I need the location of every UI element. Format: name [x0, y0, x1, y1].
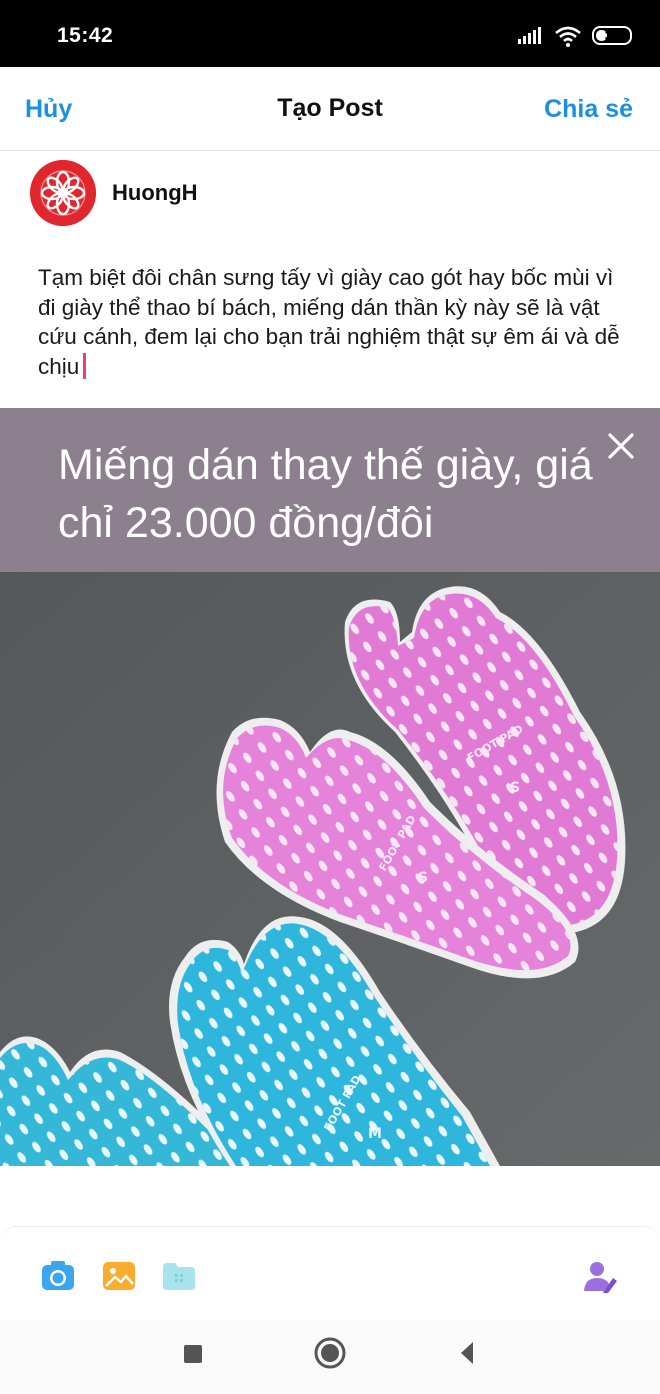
pad-size-label: S	[418, 870, 428, 886]
battery-percent: 33	[604, 28, 620, 43]
image-gallery-icon[interactable]	[101, 1258, 137, 1294]
wifi-icon	[555, 26, 581, 47]
recent-apps-icon[interactable]	[182, 1343, 204, 1365]
avatar	[30, 160, 96, 226]
attached-photo[interactable]: FOOT PAD S FOOT PAD S FOOT PAD M	[0, 572, 660, 1166]
folder-icon[interactable]	[161, 1258, 197, 1294]
post-toolbar	[0, 1226, 660, 1320]
battery-icon: 33	[592, 26, 632, 45]
status-time: 15:42	[57, 24, 114, 47]
username: HuongH	[112, 180, 198, 205]
flower-logo-icon	[30, 160, 96, 226]
camera-icon[interactable]	[40, 1258, 76, 1294]
pad-size-label: M	[368, 1126, 382, 1142]
post-text-input[interactable]: Tạm biệt đôi chân sưng tấy vì giày cao g…	[38, 263, 628, 381]
post-header: Hủy Tạo Post Chia sẻ	[0, 67, 660, 151]
tag-user-icon[interactable]	[582, 1258, 618, 1294]
banner-headline: Miếng dán thay thế giày, giá chỉ 23.000 …	[58, 441, 593, 547]
close-icon[interactable]	[606, 431, 636, 461]
text-caret	[83, 352, 87, 379]
post-text: Tạm biệt đôi chân sưng tấy vì giày cao g…	[38, 265, 620, 379]
share-button[interactable]: Chia sẻ	[544, 95, 633, 124]
text-overlay-banner: Miếng dán thay thế giày, giá chỉ 23.000 …	[0, 408, 660, 572]
signal-icon	[518, 27, 541, 44]
back-icon[interactable]	[455, 1340, 477, 1366]
status-bar: 15:42 33	[0, 0, 660, 67]
system-nav-bar	[0, 1320, 660, 1394]
home-icon[interactable]	[313, 1336, 347, 1370]
pad-size-label: S	[510, 780, 520, 796]
foot-pads-image: FOOT PAD S FOOT PAD S FOOT PAD M	[0, 572, 660, 1166]
